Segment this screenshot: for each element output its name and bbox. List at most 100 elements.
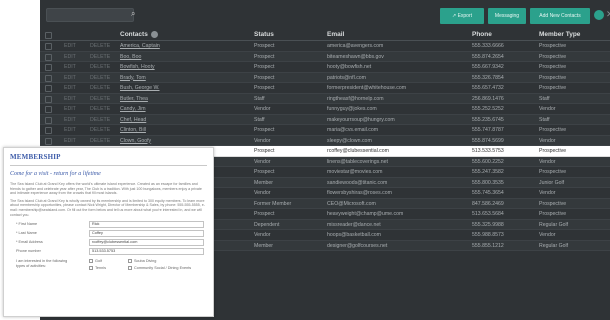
export-button[interactable]: ↗ Export: [440, 8, 484, 24]
edit-link[interactable]: EDIT: [64, 136, 76, 147]
phone-cell: 555.600.2252: [472, 158, 504, 165]
close-icon[interactable]: ✕: [606, 9, 610, 20]
row-checkbox[interactable]: [45, 127, 52, 134]
add-new-contacts-button[interactable]: Add New Contacts: [530, 8, 590, 24]
contact-name-link[interactable]: Bush, George W.: [120, 83, 220, 94]
search-icon[interactable]: ⌕: [131, 9, 135, 19]
contact-name-link[interactable]: Brady, Tom: [120, 73, 220, 84]
contact-name-link[interactable]: Bowfish, Hooty: [120, 62, 220, 73]
phone-cell: 555.252.5252: [472, 106, 504, 112]
row-checkbox[interactable]: [45, 53, 52, 61]
phone-cell: 555.235.6745: [472, 116, 504, 123]
row-checkbox[interactable]: [45, 85, 52, 92]
status-cell: Prospect: [254, 53, 275, 60]
field-input[interactable]: 513.533.5753: [89, 248, 204, 256]
field-input[interactable]: Coffey: [89, 230, 204, 238]
delete-link[interactable]: DELETE: [90, 41, 110, 52]
field-label: Phone number: [16, 249, 41, 254]
edit-link[interactable]: EDIT: [64, 115, 76, 126]
delete-link[interactable]: DELETE: [90, 115, 110, 126]
member-type-cell: Prospective: [539, 53, 567, 60]
header-status[interactable]: Status: [254, 30, 334, 41]
contact-name-link[interactable]: Boo, Boo: [120, 52, 220, 63]
row-checkbox[interactable]: [45, 116, 52, 124]
member-type-cell: Prospective: [539, 127, 567, 133]
row-checkbox[interactable]: [45, 43, 52, 50]
row-checkbox[interactable]: [45, 95, 52, 103]
messaging-button[interactable]: Messaging: [488, 8, 526, 24]
option-community-social[interactable]: Community Social / Dining Events: [128, 266, 191, 271]
delete-link[interactable]: DELETE: [90, 125, 110, 136]
status-cell: Vendor: [254, 137, 271, 144]
toolbar: ⌕ ↗ Export Messaging Add New Contacts ✕: [40, 0, 610, 28]
table-row[interactable]: EDIT DELETE Boo, Boo Prospect biteameshawn@b…: [40, 51, 610, 63]
option-tennis[interactable]: Tennis: [89, 266, 106, 271]
contact-name-link[interactable]: Chef, Head: [120, 115, 220, 126]
header-member-type[interactable]: Member Type: [539, 30, 609, 41]
checkbox[interactable]: [89, 266, 93, 271]
delete-link[interactable]: DELETE: [90, 62, 110, 73]
row-checkbox[interactable]: [45, 74, 52, 82]
info-icon[interactable]: [150, 30, 158, 38]
delete-link[interactable]: DELETE: [90, 73, 110, 84]
member-type-cell: Prospective: [539, 85, 567, 91]
form-field-row: * Last Name Coffey: [10, 229, 207, 238]
header-email[interactable]: Email: [327, 30, 467, 41]
edit-link[interactable]: EDIT: [64, 125, 76, 136]
contact-name-link[interactable]: Clinton, Bill: [120, 125, 220, 136]
table-row[interactable]: EDIT DELETE Clinton, Bill Prospect maria@cvs…: [40, 125, 610, 136]
table-row[interactable]: EDIT DELETE Candy, Jim Vendor funnyguy@jokes…: [40, 104, 610, 115]
field-input[interactable]: rcoffey@clubessential.com: [89, 239, 204, 247]
delete-link[interactable]: DELETE: [90, 83, 110, 94]
member-type-cell: Vendor: [539, 137, 556, 144]
edit-link[interactable]: EDIT: [64, 104, 76, 115]
checkbox[interactable]: [128, 259, 132, 264]
checkbox[interactable]: [128, 266, 132, 271]
edit-link[interactable]: EDIT: [64, 73, 76, 84]
contact-name-link[interactable]: Candy, Jim: [120, 104, 220, 115]
contact-name-link[interactable]: Butler, Thea: [120, 94, 220, 105]
table-row[interactable]: EDIT DELETE Bush, George W. Prospect formerp…: [40, 83, 610, 94]
gear-icon[interactable]: [594, 10, 604, 20]
edit-link[interactable]: EDIT: [64, 41, 76, 52]
option-golf[interactable]: Golf: [89, 259, 102, 264]
edit-link[interactable]: EDIT: [64, 94, 76, 105]
contact-name-link[interactable]: Clown, Goofy: [120, 136, 220, 147]
email-cell: missreader@dance.net: [327, 221, 381, 228]
edit-link[interactable]: EDIT: [64, 83, 76, 94]
status-cell: Vendor: [254, 190, 271, 196]
table-row[interactable]: EDIT DELETE Butler, Thea Staff ringtheasf@ho…: [40, 93, 610, 105]
row-checkbox[interactable]: [45, 106, 52, 113]
field-input[interactable]: Rick: [89, 221, 204, 229]
member-type-cell: Staff: [539, 95, 550, 102]
edit-link[interactable]: EDIT: [64, 62, 76, 73]
delete-link[interactable]: DELETE: [90, 136, 110, 147]
table-row[interactable]: EDIT DELETE America, Captain Prospect americ…: [40, 41, 610, 52]
select-all-checkbox[interactable]: [45, 32, 52, 39]
table-row[interactable]: EDIT DELETE Clown, Goofy Vendor sleepy@clown…: [40, 135, 610, 147]
member-type-cell: Vendor: [539, 106, 556, 112]
row-checkbox[interactable]: [45, 137, 52, 145]
search-input[interactable]: [46, 8, 134, 22]
checkbox[interactable]: [89, 259, 93, 264]
header-phone[interactable]: Phone: [472, 30, 532, 41]
phone-cell: 256.869.1476: [472, 95, 504, 102]
table-header: Contacts Status Email Phone Member Type: [40, 30, 610, 41]
delete-link[interactable]: DELETE: [90, 52, 110, 63]
row-checkbox[interactable]: [45, 64, 52, 71]
option-scuba-diving[interactable]: Scuba Diving: [128, 259, 156, 264]
status-cell: Prospect: [254, 127, 275, 133]
edit-link[interactable]: EDIT: [64, 52, 76, 63]
delete-link[interactable]: DELETE: [90, 104, 110, 115]
table-row[interactable]: EDIT DELETE Bowfish, Hooty Prospect hooty@bo…: [40, 62, 610, 73]
status-cell: Prospect: [254, 211, 275, 217]
header-contacts[interactable]: Contacts: [120, 30, 220, 41]
status-cell: Vendor: [254, 158, 271, 165]
email-cell: rcoffey@clubessential.com: [327, 148, 389, 154]
delete-link[interactable]: DELETE: [90, 94, 110, 105]
phone-cell: 555.657.4732: [472, 85, 504, 91]
table-row[interactable]: EDIT DELETE Brady, Tom Prospect patriots@nfl…: [40, 72, 610, 84]
table-row[interactable]: EDIT DELETE Chef, Head Staff makeyourrsoup@h…: [40, 114, 610, 126]
contact-name-link[interactable]: America, Captain: [120, 41, 220, 52]
status-cell: Member: [254, 242, 274, 249]
